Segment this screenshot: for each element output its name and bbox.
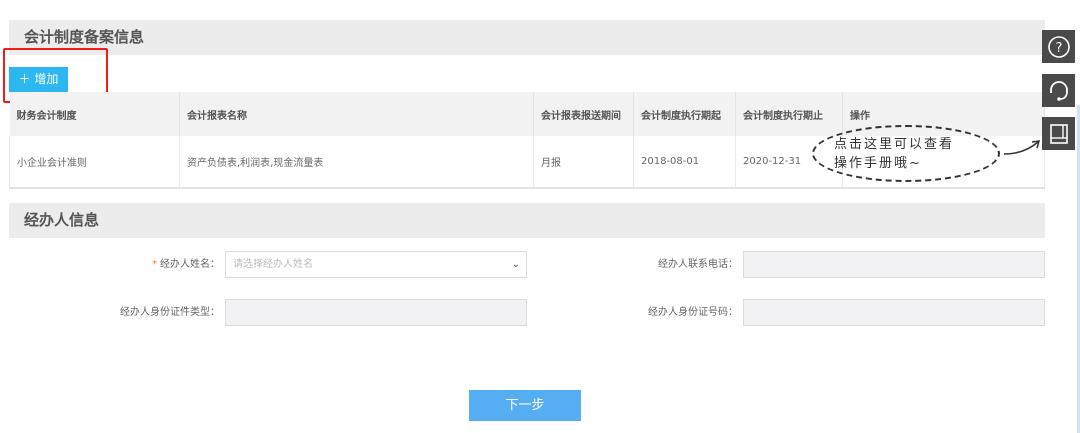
idtype-field[interactable] [225,299,527,326]
cell: 月报 [533,136,634,189]
chevron-down-icon: ⌄ [511,259,520,270]
idno-label: 经办人身份证号码： [648,307,738,318]
required-mark: * [152,259,157,270]
col-header: 会计制度执行期止 [735,92,843,136]
manual-icon [1049,123,1068,144]
tooltip-line: 操作手册哦~ [834,156,922,171]
customer-service-button[interactable] [1042,74,1075,107]
placeholder: 请选择经办人姓名 [233,259,313,270]
svg-text:?: ? [1055,41,1062,56]
tooltip-line: 点击这里可以查看 [834,137,955,152]
section-title-handler: 经办人信息 [9,203,1045,238]
cell: 小企业会计准则 [9,136,180,189]
cell: 2018-08-01 [633,136,736,189]
phone-label: 经办人联系电话： [658,259,738,270]
next-button[interactable]: 下一步 [469,390,581,421]
section-title-accounting: 会计制度备案信息 [9,20,1045,55]
phone-field[interactable] [743,251,1045,278]
manual-button[interactable] [1042,117,1075,150]
arrow-icon [1003,140,1041,155]
col-header: 会计报表名称 [179,92,534,136]
help-icon: ? [1047,35,1070,58]
handler-name-select[interactable]: 请选择经办人姓名 ⌄ [225,251,527,278]
help-button[interactable]: ? [1042,30,1075,63]
customer-service-icon [1049,80,1068,101]
col-header: 财务会计制度 [9,92,180,136]
col-header: 会计制度执行期起 [633,92,736,136]
idtype-label: 经办人身份证件类型： [120,307,220,318]
name-label: * 经办人姓名： [20,251,220,278]
col-header: 会计报表报送期间 [533,92,634,136]
idno-field[interactable] [743,299,1045,326]
cell: 资产负债表,利润表,现金流量表 [179,136,534,189]
manual-tooltip: 点击这里可以查看 操作手册哦~ [812,125,1000,182]
name-label-text: 经办人姓名： [160,259,220,270]
